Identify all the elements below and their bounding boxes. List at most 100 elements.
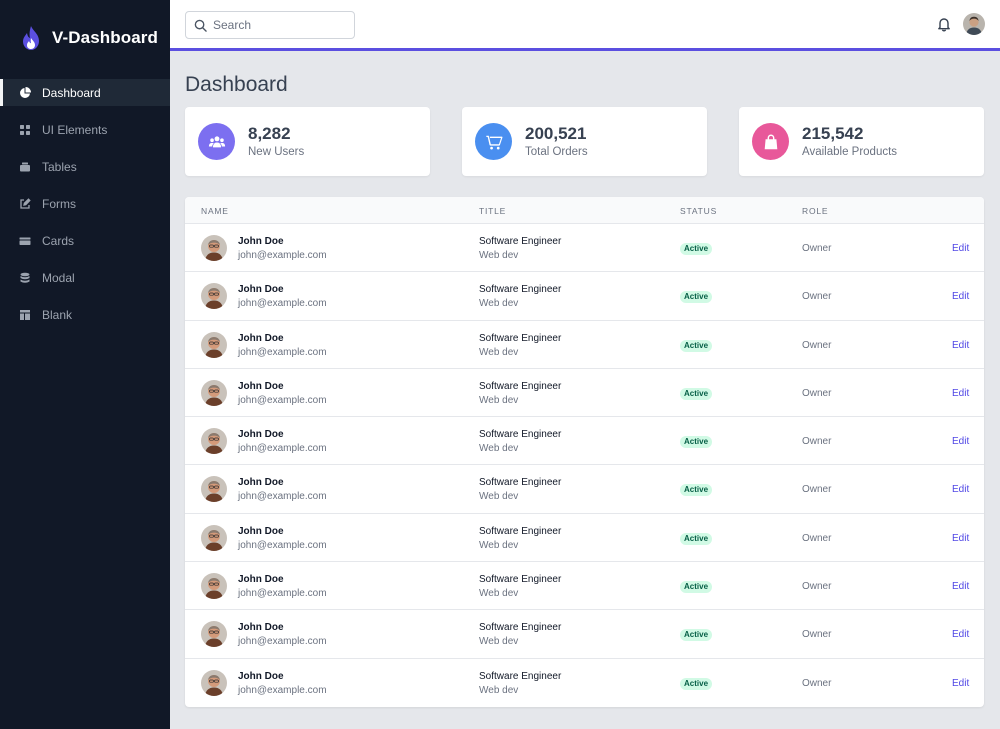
- user-avatar: [201, 331, 227, 358]
- user-role: Owner: [802, 436, 832, 448]
- status-badge: Active: [680, 581, 713, 594]
- sidebar-item-dashboard[interactable]: Dashboard: [0, 79, 170, 106]
- status-badge: Active: [680, 291, 713, 304]
- user-email: john@example.com: [238, 539, 327, 551]
- user-name: John Doe: [238, 429, 284, 441]
- sidebar-item-ui-elements[interactable]: UI Elements: [0, 116, 170, 143]
- status-badge: Active: [680, 677, 713, 690]
- flame-logo-icon: [23, 26, 39, 50]
- table-header: Name Title Status Role: [185, 197, 984, 224]
- user-name: John Doe: [238, 380, 284, 392]
- user-title: Software Engineer: [479, 332, 562, 344]
- user-avatar: [201, 669, 227, 696]
- brand[interactable]: V-Dashboard: [0, 0, 170, 76]
- stat-label: Total Orders: [525, 146, 588, 158]
- sidebar-nav: Dashboard UI Elements Tables Forms Cards: [0, 79, 170, 328]
- user-avatar: [201, 573, 227, 600]
- user-avatar: [201, 476, 227, 503]
- user-subtitle: Web dev: [479, 491, 519, 503]
- pie-chart-icon: [19, 86, 31, 99]
- status-badge: Active: [680, 339, 713, 352]
- user-role: Owner: [802, 677, 832, 689]
- stat-value: 200,521: [525, 124, 587, 143]
- user-title: Software Engineer: [479, 670, 562, 682]
- user-email: john@example.com: [238, 250, 327, 261]
- user-title: Software Engineer: [479, 477, 562, 489]
- sidebar-item-forms[interactable]: Forms: [0, 190, 170, 217]
- brand-name: V-Dashboard: [52, 28, 158, 47]
- user-subtitle: Web dev: [479, 250, 519, 261]
- stat-label: New Users: [248, 146, 305, 158]
- user-avatar: [201, 379, 227, 406]
- status-badge: Active: [680, 629, 713, 642]
- database-icon: [19, 272, 31, 284]
- user-role: Owner: [802, 629, 832, 641]
- stat-value: 215,542: [802, 124, 864, 143]
- table-row: John Doe john@example.com Software Enginee…: [185, 562, 984, 611]
- sidebar-item-cards[interactable]: Cards: [0, 227, 170, 254]
- sidebar-item-label: Blank: [42, 307, 73, 322]
- user-email: john@example.com: [238, 346, 327, 358]
- sidebar-item-label: Modal: [42, 270, 75, 285]
- edit-link[interactable]: Edit: [952, 581, 969, 592]
- user-title: Software Engineer: [479, 284, 562, 296]
- column-header-name: Name: [201, 206, 229, 216]
- user-subtitle: Web dev: [479, 636, 519, 648]
- user-role: Owner: [802, 243, 832, 254]
- status-badge: Active: [680, 436, 713, 449]
- edit-link[interactable]: Edit: [952, 436, 969, 447]
- status-badge: Active: [680, 484, 713, 497]
- sidebar-item-tables[interactable]: Tables: [0, 153, 170, 180]
- cart-icon: [475, 123, 512, 160]
- table-body: John Doe john@example.com Software Enginee…: [185, 224, 984, 707]
- sidebar-item-label: Tables: [42, 159, 77, 174]
- stat-card-total-orders: 200,521 Total Orders: [462, 107, 707, 176]
- user-name: John Doe: [238, 236, 284, 247]
- edit-link[interactable]: Edit: [952, 291, 969, 302]
- edit-link[interactable]: Edit: [952, 243, 969, 254]
- users-icon: [198, 123, 235, 160]
- user-title: Software Engineer: [479, 622, 562, 634]
- edit-link[interactable]: Edit: [952, 340, 969, 351]
- sidebar-item-modal[interactable]: Modal: [0, 264, 170, 291]
- table-row: John Doe john@example.com Software Enginee…: [185, 610, 984, 659]
- shopping-bag-icon: [752, 123, 789, 160]
- user-role: Owner: [802, 581, 832, 593]
- edit-link[interactable]: Edit: [952, 388, 969, 399]
- users-table: Name Title Status Role John Doe john@exam…: [185, 197, 984, 707]
- user-title: Software Engineer: [479, 429, 562, 441]
- user-name: John Doe: [238, 574, 284, 586]
- user-email: john@example.com: [238, 588, 327, 600]
- user-subtitle: Web dev: [479, 443, 519, 455]
- search-icon: [194, 19, 207, 32]
- user-subtitle: Web dev: [479, 684, 519, 696]
- user-subtitle: Web dev: [479, 298, 519, 310]
- user-title: Software Engineer: [479, 525, 562, 537]
- column-header-role: Role: [802, 206, 829, 216]
- stat-card-new-users: 8,282 New Users: [185, 107, 430, 176]
- user-email: john@example.com: [238, 684, 327, 696]
- stat-label: Available Products: [802, 146, 898, 158]
- user-title: Software Engineer: [479, 380, 562, 392]
- column-header-title: Title: [479, 206, 507, 216]
- user-title: Software Engineer: [479, 574, 562, 586]
- table-row: John Doe john@example.com Software Enginee…: [185, 514, 984, 563]
- sidebar-item-label: UI Elements: [42, 122, 108, 137]
- sidebar-item-label: Cards: [42, 233, 75, 248]
- bell-icon[interactable]: [936, 16, 952, 32]
- search-input[interactable]: [213, 18, 353, 32]
- sidebar-item-blank[interactable]: Blank: [0, 301, 170, 328]
- user-avatar: [201, 428, 227, 455]
- status-badge: Active: [680, 387, 713, 400]
- stat-card-available-products: 215,542 Available Products: [739, 107, 984, 176]
- search-box[interactable]: [185, 11, 355, 39]
- user-avatar: [201, 235, 227, 261]
- user-avatar[interactable]: [963, 13, 985, 35]
- user-name: John Doe: [238, 622, 284, 634]
- user-role: Owner: [802, 532, 832, 544]
- user-role: Owner: [802, 387, 832, 399]
- edit-link[interactable]: Edit: [952, 533, 969, 544]
- edit-link[interactable]: Edit: [952, 678, 969, 689]
- edit-link[interactable]: Edit: [952, 629, 969, 640]
- edit-link[interactable]: Edit: [952, 484, 969, 495]
